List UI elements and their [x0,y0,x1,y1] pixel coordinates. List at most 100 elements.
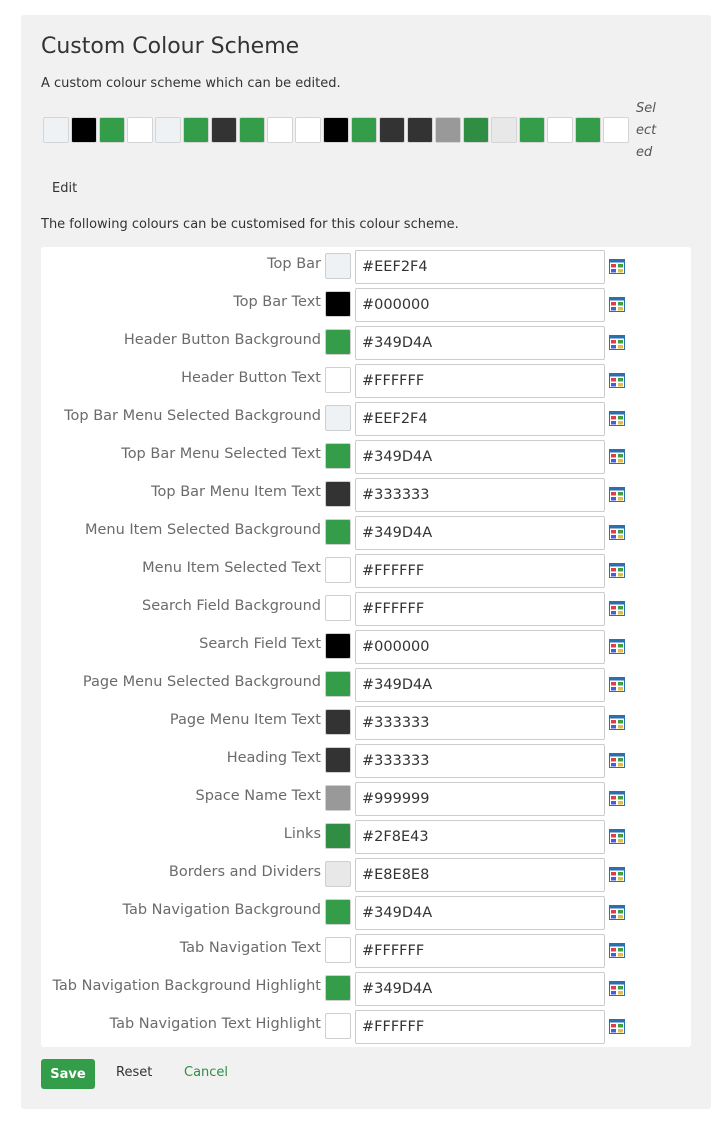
edit-link[interactable]: Edit [52,181,77,196]
colour-label: Heading Text [226,750,321,766]
colour-row: Heading Text [41,741,691,779]
colour-row: Borders and Dividers [41,855,691,893]
colour-picker-icon[interactable] [609,639,625,654]
colour-chip[interactable] [325,329,351,355]
colour-chip[interactable] [325,823,351,849]
colour-picker-icon[interactable] [609,981,625,996]
colour-picker-icon[interactable] [609,563,625,578]
preview-swatch [463,117,489,143]
colour-hex-input[interactable] [355,630,605,664]
colour-hex-input[interactable] [355,668,605,702]
colour-chip[interactable] [325,443,351,469]
colour-row: Links [41,817,691,855]
colour-label: Tab Navigation Text Highlight [109,1016,321,1032]
colour-hex-input[interactable] [355,516,605,550]
colour-hex-input[interactable] [355,972,605,1006]
colour-label: Top Bar Menu Selected Background [64,408,321,424]
colour-picker-icon[interactable] [609,449,625,464]
colour-chip[interactable] [325,671,351,697]
colour-label: Space Name Text [195,788,321,804]
colour-chip[interactable] [325,557,351,583]
colour-chip[interactable] [325,709,351,735]
colour-picker-icon[interactable] [609,1019,625,1034]
preview-swatch [183,117,209,143]
colour-chip[interactable] [325,633,351,659]
colour-picker-icon[interactable] [609,411,625,426]
colour-hex-input[interactable] [355,250,605,284]
preview-swatch [435,117,461,143]
save-button[interactable]: Save [41,1059,95,1089]
colour-hex-input[interactable] [355,782,605,816]
colour-hex-input[interactable] [355,402,605,436]
colour-chip[interactable] [325,937,351,963]
cancel-link[interactable]: Cancel [184,1065,228,1080]
colour-hex-input[interactable] [355,364,605,398]
colour-chip[interactable] [325,519,351,545]
colour-chip[interactable] [325,253,351,279]
colour-hex-input[interactable] [355,478,605,512]
colour-chip[interactable] [325,861,351,887]
preview-swatch [519,117,545,143]
colour-label: Links [283,826,321,842]
colour-picker-icon[interactable] [609,791,625,806]
colour-picker-icon[interactable] [609,753,625,768]
colour-hex-input[interactable] [355,858,605,892]
colour-picker-icon[interactable] [609,487,625,502]
preview-swatch [155,117,181,143]
colour-chip[interactable] [325,291,351,317]
colour-picker-icon[interactable] [609,943,625,958]
preview-swatch [295,117,321,143]
colour-chip[interactable] [325,595,351,621]
colour-chip[interactable] [325,1013,351,1039]
colour-picker-icon[interactable] [609,677,625,692]
colour-label: Header Button Text [181,370,321,386]
colour-picker-icon[interactable] [609,373,625,388]
colour-picker-icon[interactable] [609,715,625,730]
colour-row: Top Bar Text [41,285,691,323]
preview-swatch [491,117,517,143]
colour-hex-input[interactable] [355,288,605,322]
colour-chip[interactable] [325,367,351,393]
colour-label: Top Bar Menu Item Text [151,484,321,500]
preview-swatch [267,117,293,143]
colour-row: Top Bar [41,247,691,285]
colour-row: Space Name Text [41,779,691,817]
colour-hex-input[interactable] [355,706,605,740]
colour-picker-icon[interactable] [609,525,625,540]
colour-hex-input[interactable] [355,744,605,778]
colour-label: Page Menu Item Text [169,712,321,728]
colour-picker-icon[interactable] [609,867,625,882]
colour-row: Page Menu Selected Background [41,665,691,703]
colour-picker-icon[interactable] [609,297,625,312]
colour-picker-icon[interactable] [609,829,625,844]
colour-picker-icon[interactable] [609,905,625,920]
colour-row: Search Field Text [41,627,691,665]
colour-hex-input[interactable] [355,440,605,474]
colour-hex-input[interactable] [355,820,605,854]
preview-swatch [603,117,629,143]
colour-hex-input[interactable] [355,592,605,626]
selected-label: Selected [636,101,657,160]
colour-picker-icon[interactable] [609,601,625,616]
colour-picker-icon[interactable] [609,335,625,350]
colour-hex-input[interactable] [355,934,605,968]
colour-chip[interactable] [325,481,351,507]
reset-button[interactable]: Reset [116,1065,152,1080]
colour-row: Tab Navigation Text Highlight [41,1007,691,1045]
colour-hex-input[interactable] [355,896,605,930]
colour-chip[interactable] [325,785,351,811]
colour-chip[interactable] [325,747,351,773]
colour-label: Borders and Dividers [168,864,321,880]
colour-hex-input[interactable] [355,554,605,588]
colour-label: Top Bar [267,256,321,272]
colour-label: Tab Navigation Text [179,940,321,956]
colour-row: Search Field Background [41,589,691,627]
colour-chip[interactable] [325,405,351,431]
colour-chip[interactable] [325,975,351,1001]
colour-hex-input[interactable] [355,1010,605,1044]
colour-chip[interactable] [325,899,351,925]
colour-hex-input[interactable] [355,326,605,360]
colour-row: Header Button Background [41,323,691,361]
colour-scheme-panel: Custom Colour Scheme A custom colour sch… [21,15,711,1109]
colour-picker-icon[interactable] [609,259,625,274]
